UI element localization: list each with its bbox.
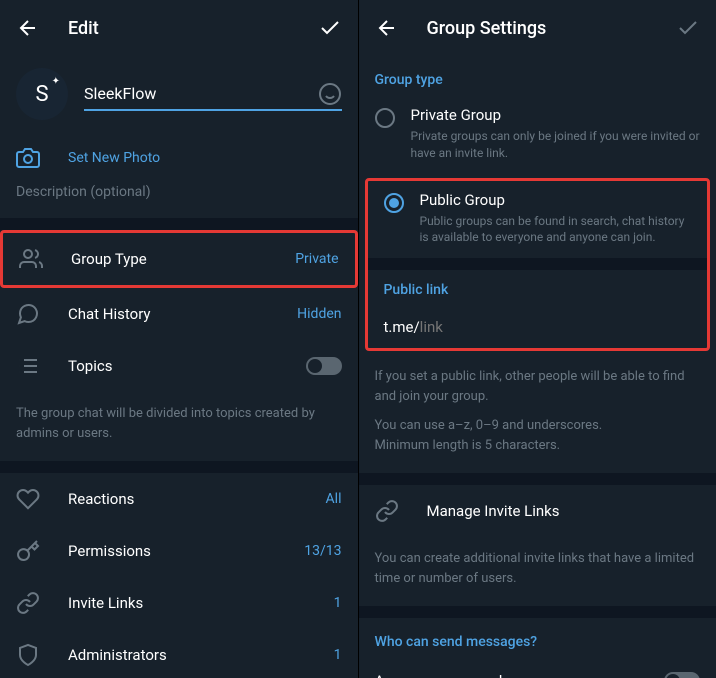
group-type-value: Private (295, 251, 338, 267)
chat-history-label: Chat History (68, 305, 269, 323)
radio-unselected-icon (375, 108, 395, 128)
chat-history-row[interactable]: Chat History Hidden (0, 288, 358, 340)
link-icon (375, 499, 399, 523)
topics-row[interactable]: Topics (0, 340, 358, 392)
confirm-check-icon[interactable] (676, 16, 700, 40)
people-icon (19, 247, 43, 271)
group-name-input[interactable] (84, 78, 342, 111)
public-link-row[interactable]: t.me/ (368, 306, 708, 348)
radio-selected-icon (384, 193, 404, 213)
edit-title: Edit (68, 18, 318, 39)
heart-icon (16, 487, 40, 511)
back-arrow-icon[interactable] (16, 16, 40, 40)
invite-links-value: 1 (334, 595, 342, 611)
reactions-row[interactable]: Reactions All (0, 473, 358, 525)
approve-members-row[interactable]: Approve new members (359, 658, 716, 678)
link-info-text: If you set a public link, other people w… (359, 355, 716, 473)
administrators-value: 1 (334, 647, 342, 663)
shield-star-icon (16, 643, 40, 667)
invite-links-label: Invite Links (68, 594, 306, 612)
public-group-radio[interactable]: Public Group Public groups can be found … (368, 181, 708, 259)
emoji-icon[interactable] (318, 82, 342, 106)
confirm-check-icon[interactable] (318, 16, 342, 40)
group-settings-title: Group Settings (427, 18, 677, 39)
invite-links-row[interactable]: Invite Links 1 (0, 577, 358, 629)
camera-plus-icon (16, 146, 40, 170)
reactions-label: Reactions (68, 490, 298, 508)
key-icon (16, 539, 40, 563)
topics-info: The group chat will be divided into topi… (0, 392, 358, 461)
link-prefix: t.me/ (384, 318, 420, 336)
who-send-header: Who can send messages? (359, 618, 716, 658)
list-icon (16, 354, 40, 378)
manage-links-label: Manage Invite Links (427, 502, 701, 520)
private-group-title: Private Group (411, 106, 701, 124)
topics-label: Topics (68, 357, 278, 375)
manage-links-info: You can create additional invite links t… (359, 537, 716, 606)
permissions-value: 13/13 (304, 543, 341, 559)
description-placeholder[interactable]: Description (optional) (0, 184, 358, 218)
group-avatar[interactable]: S ✦ (16, 68, 68, 120)
group-type-section-header: Group type (359, 56, 716, 96)
permissions-row[interactable]: Permissions 13/13 (0, 525, 358, 577)
avatar-asterisk: ✦ (52, 76, 60, 87)
group-type-row[interactable]: Group Type Private (3, 233, 355, 285)
approve-toggle[interactable] (664, 672, 700, 678)
reactions-value: All (326, 491, 342, 507)
private-group-radio[interactable]: Private Group Private groups can only be… (359, 96, 716, 174)
set-new-photo-button[interactable]: Set New Photo (0, 132, 358, 184)
public-link-header: Public link (368, 270, 708, 306)
group-type-label: Group Type (71, 250, 267, 268)
approve-label: Approve new members (375, 672, 665, 678)
avatar-letter: S (35, 82, 48, 107)
administrators-label: Administrators (68, 646, 306, 664)
public-group-title: Public Group (420, 191, 692, 209)
set-photo-label: Set New Photo (68, 150, 160, 166)
chat-history-value: Hidden (297, 306, 341, 322)
back-arrow-icon[interactable] (375, 16, 399, 40)
public-link-input[interactable] (420, 318, 691, 336)
private-group-desc: Private groups can only be joined if you… (411, 128, 701, 162)
administrators-row[interactable]: Administrators 1 (0, 629, 358, 678)
chat-bubble-icon (16, 302, 40, 326)
permissions-label: Permissions (68, 542, 276, 560)
manage-invite-links-row[interactable]: Manage Invite Links (359, 485, 716, 537)
link-icon (16, 591, 40, 615)
public-group-desc: Public groups can be found in search, ch… (420, 213, 692, 247)
topics-toggle[interactable] (306, 357, 342, 375)
